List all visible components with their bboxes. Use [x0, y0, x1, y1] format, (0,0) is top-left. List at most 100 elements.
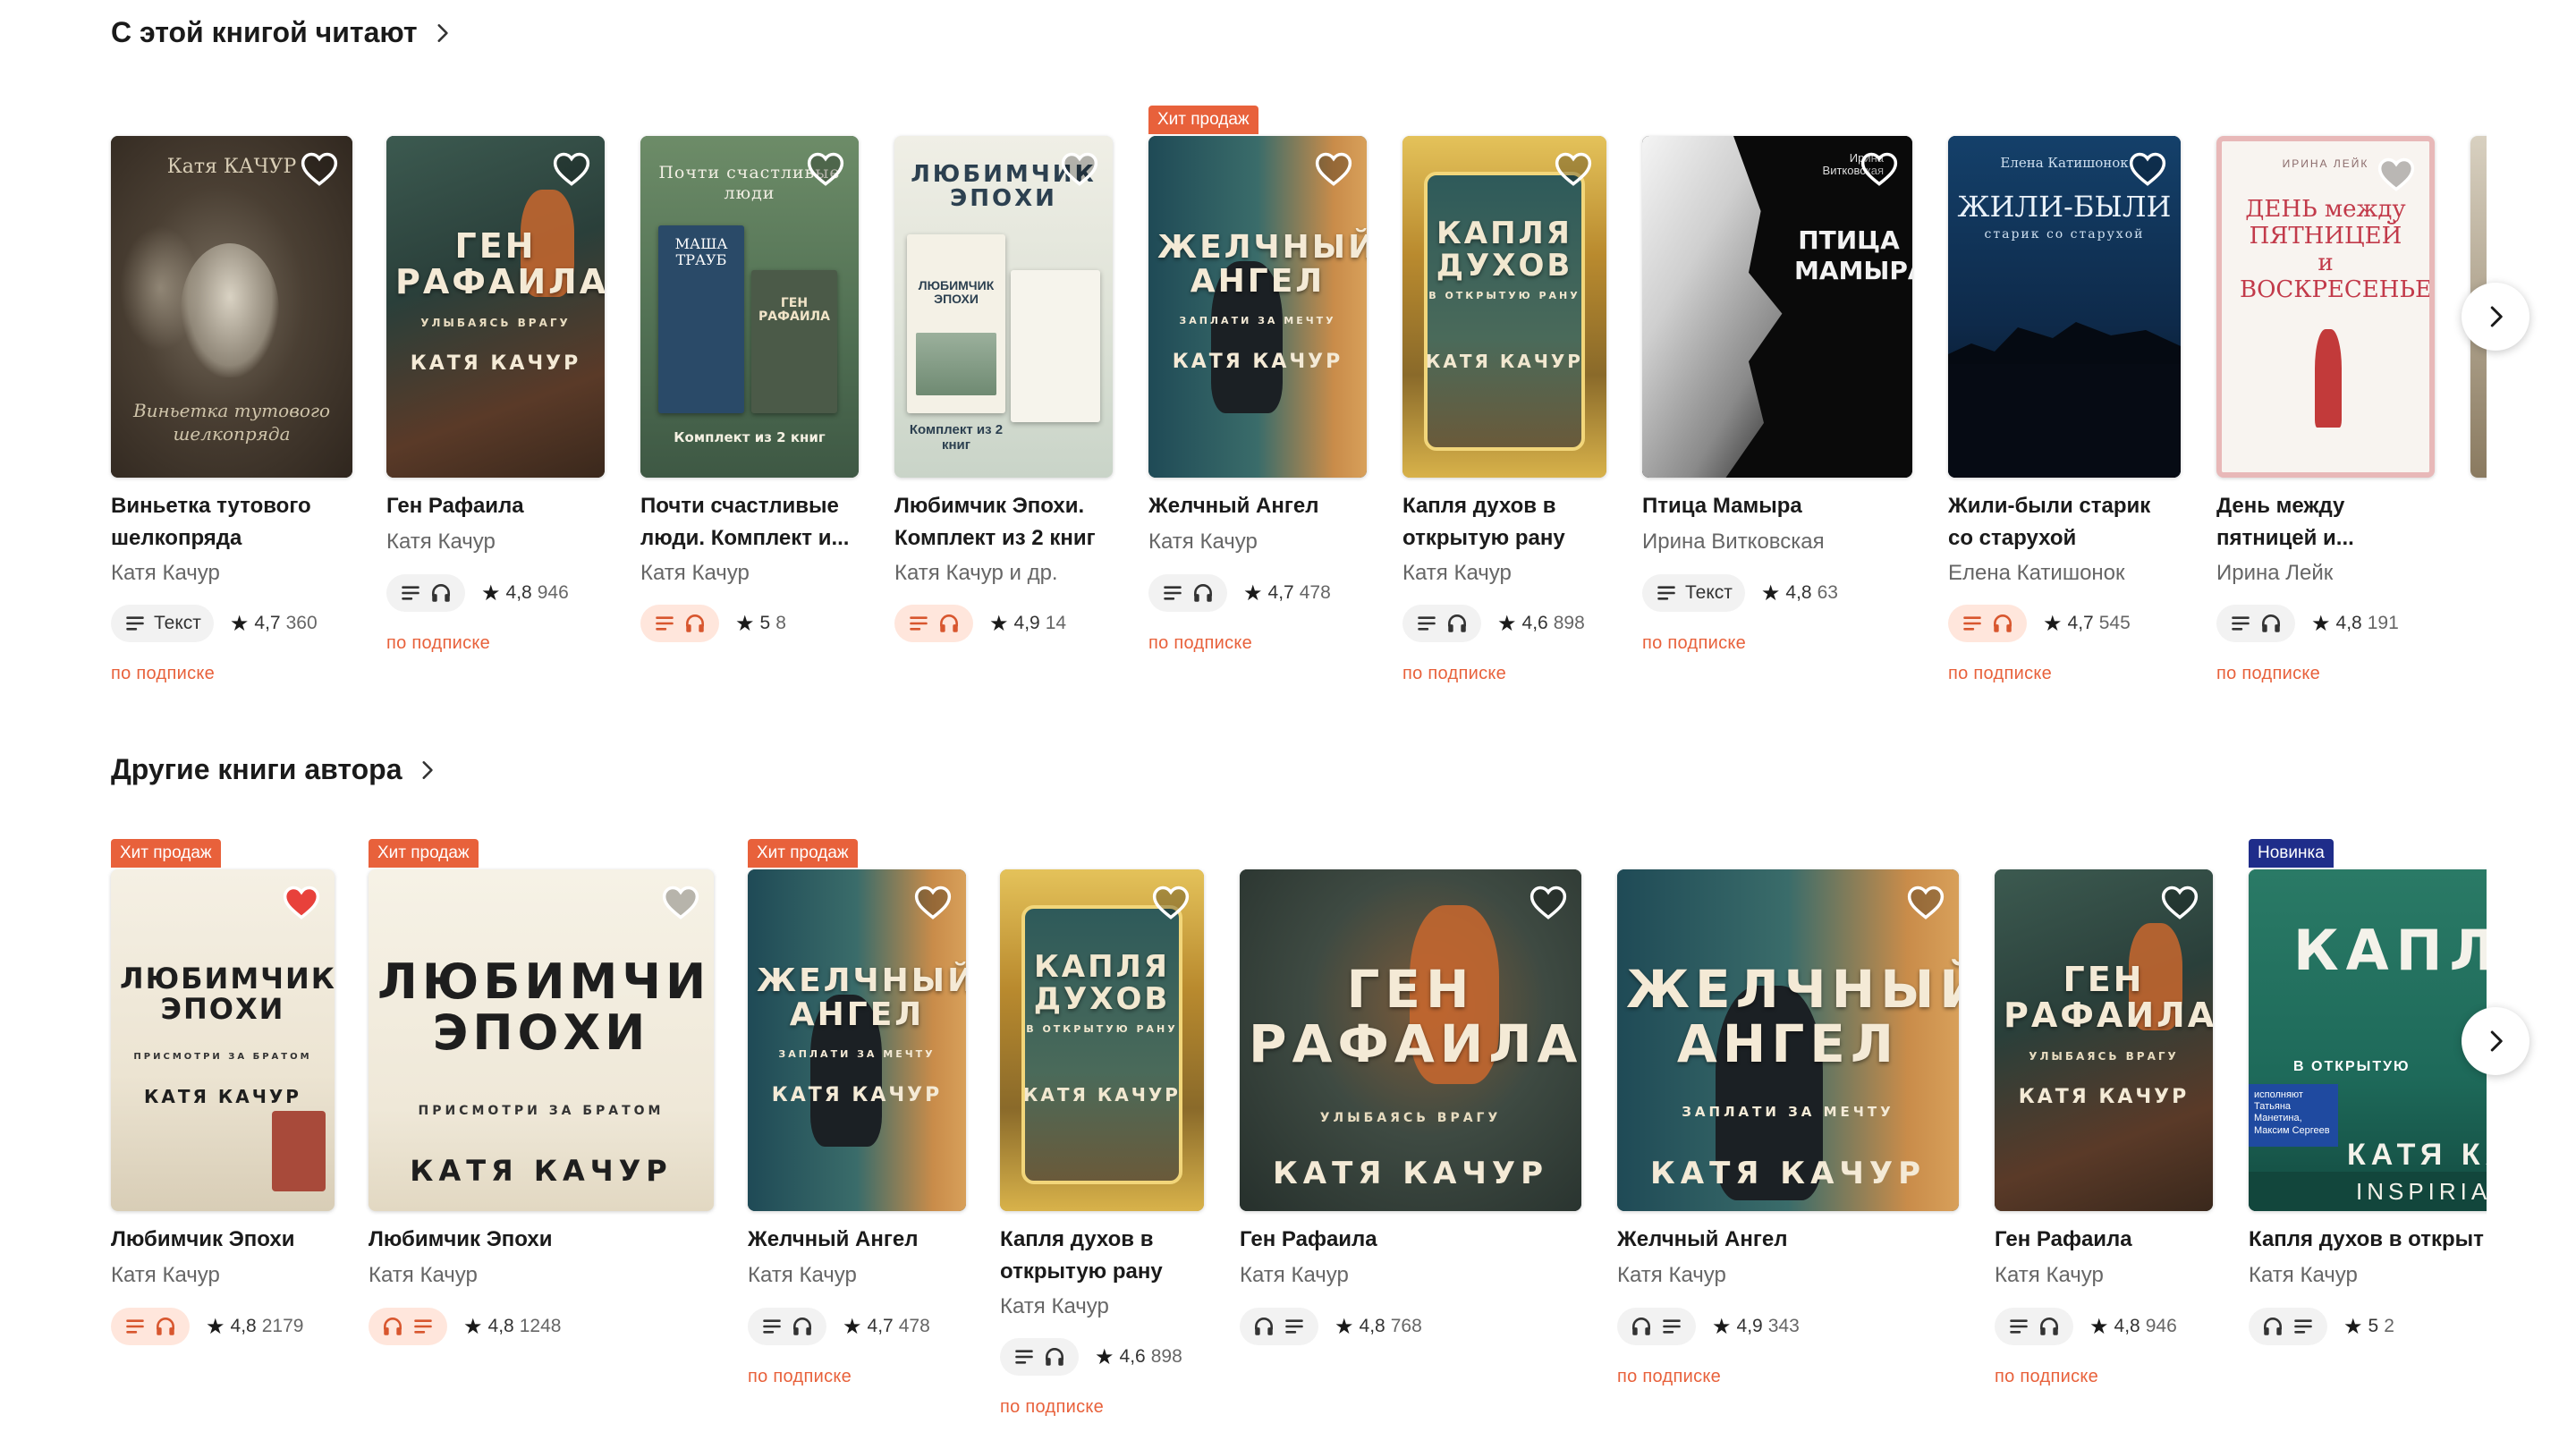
- subscription-label[interactable]: по подписке: [1617, 1367, 1721, 1387]
- rating-count: 14: [1045, 613, 1067, 633]
- book-cover[interactable]: КАПЛЯ ДУХОВ В ОТКРЫТУЮ РАНУ КАТЯ КАЧУР: [1000, 869, 1204, 1211]
- book-author[interactable]: Катя Качур: [386, 528, 496, 556]
- favorite-heart-icon[interactable]: [805, 148, 846, 190]
- favorite-heart-icon[interactable]: [2159, 882, 2200, 923]
- rating-count: 545: [2098, 613, 2131, 633]
- carousel-next-button[interactable]: [2462, 283, 2529, 351]
- book-author[interactable]: Катя Качур: [748, 1261, 857, 1290]
- book-author[interactable]: Катя Качур: [1148, 528, 1258, 556]
- subscription-label[interactable]: по подписке: [1148, 633, 1252, 654]
- book-author[interactable]: Катя Качур: [369, 1261, 478, 1290]
- format-pill: [1000, 1338, 1079, 1376]
- text-format-icon: [411, 1315, 435, 1338]
- favorite-heart-icon[interactable]: [660, 882, 701, 923]
- book-author[interactable]: Катя Качур: [1240, 1261, 1349, 1290]
- subscription-label[interactable]: по подписке: [111, 664, 215, 684]
- book-cover[interactable]: ЖЕЛЧНЫЙ АНГЕЛ ЗАПЛАТИ ЗА МЕЧТУ КАТЯ КАЧУ…: [1617, 869, 1959, 1211]
- favorite-heart-icon[interactable]: [1150, 882, 1191, 923]
- book-title[interactable]: Любимчик Эпохи. Комплект из 2 книг: [894, 490, 1113, 555]
- book-author[interactable]: Ирина Витковская: [1642, 528, 1825, 556]
- subscription-label[interactable]: по подписке: [748, 1367, 852, 1387]
- favorite-heart-icon[interactable]: [299, 148, 340, 190]
- format-text-pill: Текст: [111, 605, 214, 642]
- book-cover[interactable]: ЛЮБИМЧИК ЭПОХИ ЛЮБИМЧИК ЭПОХИ Комплект и…: [894, 136, 1113, 478]
- favorite-heart-icon[interactable]: [2376, 154, 2417, 195]
- book-cover[interactable]: ЖЕЛЧНЫЙ АНГЕЛ ЗАПЛАТИ ЗА МЕЧТУ КАТЯ КАЧУ…: [1148, 136, 1367, 478]
- book-author[interactable]: Катя Качур: [111, 1261, 220, 1290]
- rating-count: 2179: [261, 1316, 304, 1336]
- star-icon: ★: [481, 580, 501, 606]
- rating: ★ 4,6 898: [1095, 1344, 1182, 1370]
- favorite-heart-icon[interactable]: [551, 148, 592, 190]
- book-meta: Текст ★ 4,8 63: [1642, 574, 1838, 612]
- book-author[interactable]: Катя Качур: [111, 559, 220, 588]
- book-author[interactable]: Катя Качур: [1617, 1261, 1726, 1290]
- favorite-heart-icon[interactable]: [2127, 148, 2168, 190]
- book-author[interactable]: Ирина Лейк: [2216, 559, 2333, 588]
- subscription-label[interactable]: по подписке: [1402, 664, 1506, 684]
- favorite-heart-icon[interactable]: [912, 882, 953, 923]
- book-cover[interactable]: Елена Катишонок ЖИЛИ-БЫЛИ старик со стар…: [1948, 136, 2181, 478]
- book-cover[interactable]: Почти счастливые люди МАША ТРАУБ ГЕН РАФ…: [640, 136, 859, 478]
- book-title[interactable]: Виньетка тутового шелкопряда: [111, 490, 352, 555]
- format-pill: [386, 574, 465, 612]
- favorite-heart-icon[interactable]: [1553, 148, 1594, 190]
- favorite-heart-icon[interactable]: [1313, 148, 1354, 190]
- book-title[interactable]: Ген Рафаила: [1995, 1224, 2213, 1256]
- headphones-icon: [1991, 612, 2014, 635]
- subscription-label[interactable]: по подписке: [2216, 664, 2320, 684]
- book-title[interactable]: Птица Мамыра: [1642, 490, 1912, 522]
- book-title[interactable]: Жили-были старик со старухой: [1948, 490, 2181, 555]
- headphones-icon: [1252, 1315, 1275, 1338]
- headphones-icon: [381, 1315, 404, 1338]
- book-meta: ★ 4,7 478: [1148, 574, 1331, 612]
- book-cover[interactable]: Ирина Витковская ПТИЦА МАМЫРА: [1642, 136, 1912, 478]
- book-title[interactable]: Почти счастливые люди. Комплект и...: [640, 490, 859, 555]
- subscription-label[interactable]: по подписке: [1000, 1397, 1104, 1418]
- book-cover[interactable]: ГЕН РАФАИЛА УЛЫБАЯСЬ ВРАГУ КАТЯ КАЧУР: [1995, 869, 2213, 1211]
- book-title[interactable]: Любимчик Эпохи: [369, 1224, 714, 1256]
- book-cover[interactable]: КАПЛЯ ДУХОВ В ОТКРЫТУЮ РАНУ КАТЯ КАЧУР: [1402, 136, 1606, 478]
- cover-text: ЖЕЛЧНЫЙ АНГЕЛ: [757, 962, 966, 1033]
- rating-value: 4,6: [1521, 613, 1548, 633]
- carousel-next-button[interactable]: [2462, 1007, 2529, 1075]
- subscription-label[interactable]: по подписке: [1995, 1367, 2098, 1387]
- book-author[interactable]: Катя Качур: [1000, 1292, 1109, 1321]
- book-title[interactable]: Желчный Ангел: [1617, 1224, 1959, 1256]
- cover-text: КАТЯ КАЧУР: [1023, 1084, 1181, 1106]
- subscription-label[interactable]: по подписке: [1642, 633, 1746, 654]
- cover-text: ЗАПЛАТИ ЗА МЕЧТУ: [778, 1048, 936, 1060]
- book-cover[interactable]: ГЕН РАФАИЛА УЛЫБАЯСЬ ВРАГУ КАТЯ КАЧУР: [386, 136, 605, 478]
- favorite-heart-icon[interactable]: [1528, 882, 1569, 923]
- subscription-label[interactable]: по подписке: [1948, 664, 2052, 684]
- book-title[interactable]: Желчный Ангел: [1148, 490, 1367, 522]
- book-author[interactable]: Елена Катишонок: [1948, 559, 2125, 588]
- book-title[interactable]: День между пятницей и...: [2216, 490, 2435, 555]
- book-title[interactable]: Капля духов в открытую рану: [1402, 490, 1606, 555]
- favorite-heart-icon-active[interactable]: [281, 882, 322, 923]
- book-title[interactable]: Любимчик Эпохи: [111, 1224, 335, 1256]
- book-author[interactable]: Катя Качур и др.: [894, 559, 1058, 588]
- book-author[interactable]: Катя Качур: [2249, 1261, 2358, 1290]
- book-cover[interactable]: Катя КАЧУР Виньетка тутового шелкопряда: [111, 136, 352, 478]
- book-title[interactable]: Желчный Ангел: [748, 1224, 966, 1256]
- book-title[interactable]: Капля духов в открыт: [2249, 1224, 2484, 1256]
- book-title[interactable]: Капля духов в открытую рану: [1000, 1224, 1204, 1288]
- favorite-heart-icon[interactable]: [1905, 882, 1946, 923]
- book-title[interactable]: Ген Рафаила: [1240, 1224, 1581, 1256]
- book-cover[interactable]: ЖЕЛЧНЫЙ АНГЕЛ ЗАПЛАТИ ЗА МЕЧТУ КАТЯ КАЧУ…: [748, 869, 966, 1211]
- book-author[interactable]: Катя Качур: [640, 559, 750, 588]
- book-cover[interactable]: ЛЮБИМЧИК ЭПОХИ ПРИСМОТРИ ЗА БРАТОМ КАТЯ …: [111, 869, 335, 1211]
- book-cover[interactable]: КАПЛ ДУХО В ОТКРЫТУЮ исполняют Татьяна М…: [2249, 869, 2487, 1211]
- book-cover[interactable]: ЛЮБИМЧИК ЭПОХИ ПРИСМОТРИ ЗА БРАТОМ КАТЯ …: [369, 869, 714, 1211]
- favorite-heart-icon[interactable]: [1059, 148, 1100, 190]
- book-cover[interactable]: ИРИНА ЛЕЙК ДЕНЬ между ПЯТНИЦЕЙ и ВОСКРЕС…: [2216, 136, 2435, 478]
- book-cover[interactable]: ГЕН РАФАИЛА УЛЫБАЯСЬ ВРАГУ КАТЯ КАЧУР: [1240, 869, 1581, 1211]
- rating: ★ 5 2: [2343, 1314, 2394, 1340]
- book-author[interactable]: Катя Качур: [1995, 1261, 2104, 1290]
- book-title[interactable]: Ген Рафаила: [386, 490, 605, 522]
- rating: ★ 4,8 768: [1335, 1314, 1422, 1340]
- favorite-heart-icon[interactable]: [1859, 148, 1900, 190]
- subscription-label[interactable]: по подписке: [386, 633, 490, 654]
- book-author[interactable]: Катя Качур: [1402, 559, 1512, 588]
